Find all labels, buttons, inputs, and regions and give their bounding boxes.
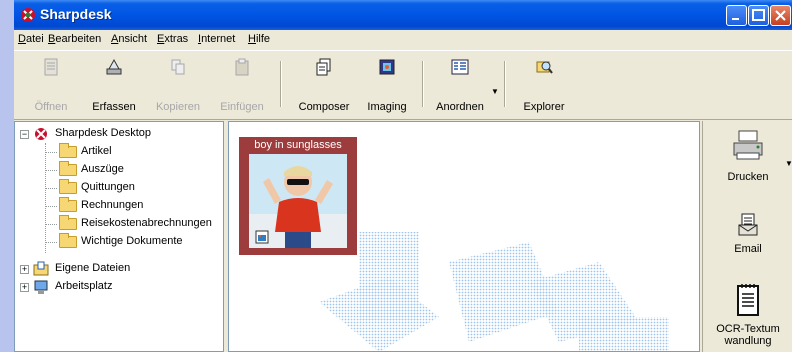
arrange-button[interactable]: Anordnen <box>430 55 490 115</box>
arrange-dropdown-arrow-icon[interactable]: ▼ <box>491 87 499 96</box>
folder-icon <box>59 215 77 230</box>
maximize-button[interactable] <box>748 5 769 26</box>
background-watermark-illustration <box>319 232 669 351</box>
copy-icon <box>171 59 185 75</box>
menu-extras[interactable]: Extras <box>157 33 188 45</box>
close-button[interactable] <box>770 5 791 26</box>
composer-icon <box>316 58 331 76</box>
ocr-button[interactable]: OCR-Textum wandlung <box>703 281 792 351</box>
ocr-document-icon <box>737 284 759 316</box>
menu-bar: Datei Bearbeiten Ansicht Extras Internet… <box>14 30 792 51</box>
folder-tree: − Sharpdesk Desktop Artikel Auszüge Quit… <box>14 121 224 352</box>
minimize-button[interactable] <box>726 5 747 26</box>
folder-icon <box>59 179 77 194</box>
expand-toggle-icon[interactable]: + <box>20 283 29 292</box>
menu-hilfe[interactable]: Hilfe <box>248 33 270 45</box>
thumbnail-title: boy in sunglasses <box>254 139 342 151</box>
menu-bearbeiten[interactable]: Bearbeiten <box>48 33 101 45</box>
folder-icon <box>59 197 77 212</box>
open-button[interactable]: Öffnen <box>28 55 74 115</box>
email-icon <box>738 213 758 236</box>
capture-button[interactable]: Erfassen <box>86 55 142 115</box>
printer-icon <box>733 130 763 160</box>
folder-icon <box>59 161 77 176</box>
sharpdesk-desktop-icon <box>35 128 47 140</box>
window-title: Sharpdesk <box>40 6 112 22</box>
toolbar: Öffnen Erfassen Kopieren Einfügen Compos… <box>14 51 792 120</box>
paste-icon <box>235 58 249 76</box>
action-panel: ▼ Drucken Email OCR-Textum wandlung <box>702 121 792 352</box>
paste-button[interactable]: Einfügen <box>214 55 270 115</box>
print-dropdown-arrow-icon[interactable]: ▼ <box>785 159 792 168</box>
folder-icon <box>59 143 77 158</box>
explorer-button[interactable]: Explorer <box>514 55 574 115</box>
imaging-icon <box>379 59 395 75</box>
explorer-magnifier-icon <box>536 61 553 74</box>
menu-datei[interactable]: Datei <box>18 33 44 45</box>
my-files-icon <box>33 261 49 276</box>
document-thumbnail[interactable]: boy in sunglasses <box>239 137 357 255</box>
imaging-button[interactable]: Imaging <box>362 55 412 115</box>
document-area[interactable]: boy in sunglasses <box>228 121 700 352</box>
computer-icon <box>34 280 48 294</box>
sharpdesk-logo-icon <box>21 8 35 22</box>
title-bar[interactable]: Sharpdesk <box>14 0 792 30</box>
print-button[interactable]: ▼ Drucken <box>703 129 792 189</box>
menu-internet[interactable]: Internet <box>198 33 235 45</box>
image-file-type-icon <box>255 230 269 244</box>
email-button[interactable]: Email <box>703 211 792 261</box>
expand-toggle-icon[interactable]: + <box>20 265 29 274</box>
open-document-icon <box>44 58 58 76</box>
copy-button[interactable]: Kopieren <box>150 55 206 115</box>
composer-button[interactable]: Composer <box>294 55 354 115</box>
menu-ansicht[interactable]: Ansicht <box>111 33 147 45</box>
arrange-icon <box>451 59 469 75</box>
collapse-toggle-icon[interactable]: − <box>20 130 29 139</box>
app-window: Sharpdesk Datei Bearbeiten Ansicht Extra… <box>14 0 792 352</box>
folder-icon <box>59 233 77 248</box>
scanner-icon <box>106 58 122 75</box>
